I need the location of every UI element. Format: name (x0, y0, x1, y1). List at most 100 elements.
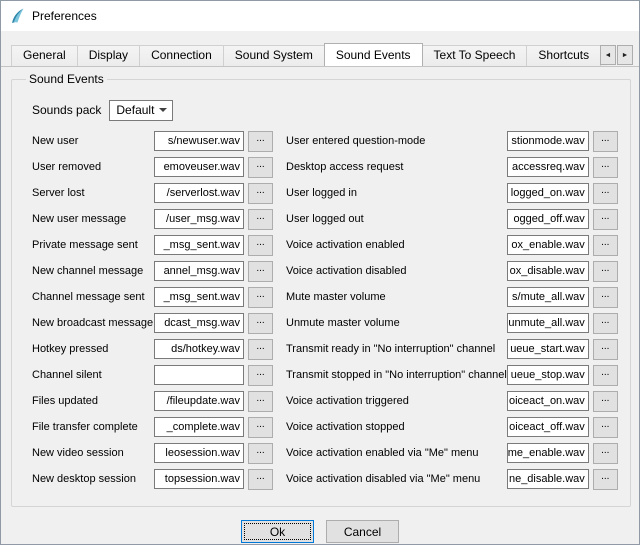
sound-event-row: Voice activation stoppedoiceact_off.wav.… (286, 414, 618, 440)
sound-file-input[interactable]: logged_on.wav (507, 183, 589, 203)
browse-button[interactable]: ... (248, 235, 273, 256)
browse-button[interactable]: ... (248, 391, 273, 412)
browse-button[interactable]: ... (248, 261, 273, 282)
tab-shortcuts[interactable]: Shortcuts (526, 45, 601, 66)
dialog-buttons: Ok Cancel (11, 520, 629, 543)
sound-file-input[interactable]: _msg_sent.wav (154, 235, 244, 255)
sound-file-input[interactable]: s/mute_all.wav (507, 287, 589, 307)
browse-button[interactable]: ... (248, 417, 273, 438)
sound-file-input[interactable]: /user_msg.wav (154, 209, 244, 229)
sound-file-input[interactable]: emoveuser.wav (154, 157, 244, 177)
sound-event-row: Server lost/serverlost.wav... (32, 180, 276, 206)
browse-button[interactable]: ... (593, 209, 618, 230)
sound-file-input[interactable]: leosession.wav (154, 443, 244, 463)
browse-button[interactable]: ... (248, 183, 273, 204)
sounds-pack-dropdown[interactable]: Default (109, 100, 173, 121)
browse-button[interactable]: ... (593, 365, 618, 386)
tab-display[interactable]: Display (77, 45, 140, 66)
browse-button[interactable]: ... (248, 157, 273, 178)
sound-file-input[interactable]: annel_msg.wav (154, 261, 244, 281)
sound-event-label: User logged out (286, 213, 507, 225)
app-icon (9, 8, 25, 24)
sound-file-input[interactable]: _msg_sent.wav (154, 287, 244, 307)
sound-file-input[interactable]: s/newuser.wav (154, 131, 244, 151)
tab-scroll-left-button[interactable]: ◄ (600, 45, 616, 65)
sound-file-input[interactable]: ueue_stop.wav (507, 365, 589, 385)
sound-file-input[interactable]: ogged_off.wav (507, 209, 589, 229)
tab-strip: GeneralDisplayConnectionSound SystemSoun… (11, 43, 607, 66)
browse-button[interactable]: ... (593, 287, 618, 308)
sound-file-input[interactable]: me_enable.wav (507, 443, 589, 463)
sound-file-input[interactable] (154, 365, 244, 385)
sound-file-input[interactable]: ox_disable.wav (507, 261, 589, 281)
tab-sound-system[interactable]: Sound System (223, 45, 325, 66)
sound-event-label: Desktop access request (286, 161, 507, 173)
titlebar: Preferences (1, 1, 639, 31)
cancel-button[interactable]: Cancel (326, 520, 399, 543)
sound-file-input[interactable]: stionmode.wav (507, 131, 589, 151)
sound-file-input[interactable]: _complete.wav (154, 417, 244, 437)
sound-file-input[interactable]: ne_disable.wav (507, 469, 589, 489)
tab-text-to-speech[interactable]: Text To Speech (422, 45, 528, 66)
tab-bar: GeneralDisplayConnectionSound SystemSoun… (1, 43, 639, 67)
sound-file-input[interactable]: dcast_msg.wav (154, 313, 244, 333)
ok-button[interactable]: Ok (241, 520, 314, 543)
sound-event-row: Voice activation disabledox_disable.wav.… (286, 258, 618, 284)
sound-event-label: Voice activation enabled (286, 239, 507, 251)
browse-button[interactable]: ... (593, 313, 618, 334)
tab-scroll-right-button[interactable]: ► (617, 45, 633, 65)
browse-button[interactable]: ... (593, 261, 618, 282)
sound-event-label: New user (32, 135, 154, 147)
sound-event-row: Voice activation enabledox_enable.wav... (286, 232, 618, 258)
sound-event-row: New video sessionleosession.wav... (32, 440, 276, 466)
sound-file-input[interactable]: /serverlost.wav (154, 183, 244, 203)
tab-connection[interactable]: Connection (139, 45, 224, 66)
browse-button[interactable]: ... (593, 391, 618, 412)
browse-button[interactable]: ... (248, 365, 273, 386)
sound-file-input[interactable]: oiceact_off.wav (507, 417, 589, 437)
sound-event-row: Transmit stopped in "No interruption" ch… (286, 362, 618, 388)
sound-event-label: New video session (32, 447, 154, 459)
browse-button[interactable]: ... (248, 469, 273, 490)
browse-button[interactable]: ... (593, 183, 618, 204)
sound-event-row: User entered question-modestionmode.wav.… (286, 128, 618, 154)
sound-event-label: Files updated (32, 395, 154, 407)
sound-event-label: New desktop session (32, 473, 154, 485)
browse-button[interactable]: ... (593, 131, 618, 152)
sound-file-input[interactable]: ox_enable.wav (507, 235, 589, 255)
sound-event-row: Files updated/fileupdate.wav... (32, 388, 276, 414)
browse-button[interactable]: ... (593, 469, 618, 490)
sound-file-input[interactable]: /fileupdate.wav (154, 391, 244, 411)
sound-file-input[interactable]: unmute_all.wav (507, 313, 589, 333)
browse-button[interactable]: ... (248, 339, 273, 360)
sound-file-input[interactable]: topsession.wav (154, 469, 244, 489)
browse-button[interactable]: ... (593, 443, 618, 464)
sound-event-label: Mute master volume (286, 291, 507, 303)
browse-button[interactable]: ... (248, 209, 273, 230)
browse-button[interactable]: ... (593, 235, 618, 256)
sound-file-input[interactable]: ueue_start.wav (507, 339, 589, 359)
tab-sound-events[interactable]: Sound Events (324, 43, 423, 66)
browse-button[interactable]: ... (248, 443, 273, 464)
browse-button[interactable]: ... (248, 287, 273, 308)
sound-event-row: Voice activation disabled via "Me" menun… (286, 466, 618, 492)
sound-file-input[interactable]: accessreq.wav (507, 157, 589, 177)
sound-file-input[interactable]: ds/hotkey.wav (154, 339, 244, 359)
browse-button[interactable]: ... (248, 131, 273, 152)
window-title: Preferences (32, 9, 97, 23)
sound-event-label: User removed (32, 161, 154, 173)
browse-button[interactable]: ... (593, 157, 618, 178)
sound-file-input[interactable]: oiceact_on.wav (507, 391, 589, 411)
sound-event-row: Private message sent_msg_sent.wav... (32, 232, 276, 258)
browse-button[interactable]: ... (593, 417, 618, 438)
tab-general[interactable]: General (11, 45, 78, 66)
browse-button[interactable]: ... (593, 339, 618, 360)
sound-event-label: User logged in (286, 187, 507, 199)
sound-event-row: User logged inlogged_on.wav... (286, 180, 618, 206)
browse-button[interactable]: ... (248, 313, 273, 334)
sound-event-row: New desktop sessiontopsession.wav... (32, 466, 276, 492)
sound-event-row: Channel message sent_msg_sent.wav... (32, 284, 276, 310)
sound-event-row: Unmute master volumeunmute_all.wav... (286, 310, 618, 336)
sound-event-row: Voice activation enabled via "Me" menume… (286, 440, 618, 466)
sound-event-row: Transmit ready in "No interruption" chan… (286, 336, 618, 362)
